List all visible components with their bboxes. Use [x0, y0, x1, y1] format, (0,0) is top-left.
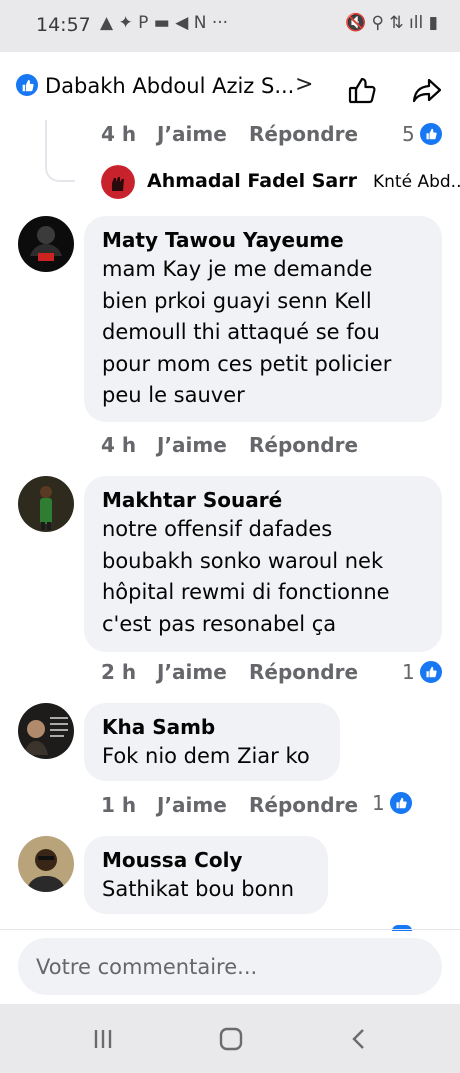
like-button[interactable]: J’aime: [157, 793, 249, 817]
thumbs-up-badge-icon: [16, 74, 38, 96]
status-bar: 14:57 ▲ ✦ P ▬ ◀ N ··· 🔇 ⚲ ⇅ ıll ▮: [0, 0, 460, 52]
comment-bubble: Moussa Coly Sathikat bou bonn: [84, 836, 328, 914]
comment-input[interactable]: [18, 938, 442, 995]
like-button[interactable]: J’aime: [157, 122, 249, 146]
comment-actions: 4 h J’aime Répondre: [101, 433, 358, 457]
comment-text-line: notre offensif dafades: [102, 517, 333, 541]
chevron-right-icon[interactable]: >: [295, 72, 313, 97]
like-button[interactable]: J’aime: [157, 433, 249, 457]
post-header: Dabakh Abdoul Aziz S... >: [0, 52, 460, 118]
reply-button[interactable]: Répondre: [249, 793, 358, 817]
avatar[interactable]: [18, 216, 74, 272]
comment-bubble: Makhtar Souaré notre offensif dafades bo…: [84, 476, 442, 652]
recents-icon[interactable]: [88, 1024, 118, 1054]
comment-author[interactable]: Moussa Coly: [102, 846, 310, 874]
header-title[interactable]: Dabakh Abdoul Aziz S...: [45, 74, 294, 98]
system-status-icons: 🔇 ⚲ ⇅ ıll ▮: [344, 13, 438, 33]
comment-author[interactable]: Makhtar Souaré: [102, 486, 424, 514]
like-button[interactable]: J’aime: [157, 660, 249, 684]
reply-preview[interactable]: Knté Abd...: [373, 172, 460, 192]
reaction-count[interactable]: 5: [402, 122, 443, 146]
avatar[interactable]: [18, 836, 74, 892]
comment-text-line: bien prkoi guayi senn Kell: [102, 288, 372, 313]
reply-button[interactable]: Répondre: [249, 433, 358, 457]
reply-button[interactable]: Répondre: [249, 660, 358, 684]
notification-icons: ▲ ✦ P ▬ ◀ N ···: [100, 13, 229, 33]
thumbs-up-badge-icon: [418, 122, 443, 146]
comment-actions: 4 h J’aime Répondre: [101, 122, 358, 146]
comment-text-line: boubakh sonko waroul nek: [102, 548, 384, 573]
reply-author[interactable]: Ahmadal Fadel Sarr: [147, 170, 357, 192]
avatar[interactable]: [18, 476, 74, 532]
comment-text-line: hôpital rewmi di fonctionne: [102, 580, 390, 604]
back-icon[interactable]: [344, 1024, 374, 1054]
thread-connector: [45, 120, 75, 182]
home-icon[interactable]: [216, 1024, 246, 1054]
comment-time: 1 h: [101, 793, 137, 817]
reaction-count[interactable]: 1: [402, 660, 443, 684]
thumbs-up-badge-icon: [418, 660, 443, 684]
comment-time: 2 h: [101, 660, 137, 684]
comment-text-line: Fok nio dem Ziar ko: [102, 744, 310, 768]
like-icon[interactable]: [346, 74, 380, 108]
reaction-count-value: 5: [402, 122, 415, 146]
status-time: 14:57: [36, 14, 91, 36]
comment-text-line: peu le sauver: [102, 383, 245, 407]
system-navbar: [0, 1004, 460, 1073]
reaction-count-value: 1: [402, 660, 415, 684]
comment-text-line: mam Kay je me demande: [102, 257, 373, 281]
comment-text-line: demoull thi attaqué se fou: [102, 320, 380, 344]
comment-time: 4 h: [101, 433, 137, 457]
reaction-badge-partial-icon: [392, 925, 412, 931]
comment-bubble: Maty Tawou Yayeume mam Kay je me demande…: [84, 216, 442, 422]
reaction-count-value: 1: [372, 791, 385, 815]
divider: [0, 929, 460, 930]
comment-text-line: pour mom ces petit policier: [102, 351, 392, 376]
comment-actions: 2 h J’aime Répondre: [101, 660, 358, 684]
comment-bubble: Kha Samb Fok nio dem Ziar ko: [84, 703, 340, 781]
thumbs-up-badge-icon: [388, 791, 413, 815]
avatar[interactable]: [101, 165, 135, 199]
comment-text-line: c'est pas resonabel ça: [102, 611, 337, 636]
avatar[interactable]: [18, 703, 74, 759]
reaction-count[interactable]: 1: [372, 791, 413, 815]
comment-time: 4 h: [101, 122, 137, 146]
comment-actions: 1 h J’aime Répondre: [101, 793, 358, 817]
share-icon[interactable]: [410, 74, 444, 108]
comment-author[interactable]: Maty Tawou Yayeume: [102, 226, 424, 254]
comment-text-line: Sathikat bou bonn: [102, 877, 295, 901]
reply-button[interactable]: Répondre: [249, 122, 358, 146]
comment-author[interactable]: Kha Samb: [102, 713, 322, 741]
